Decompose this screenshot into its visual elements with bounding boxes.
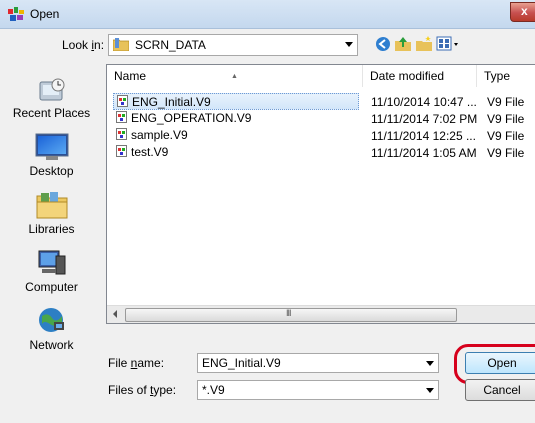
filename-input[interactable]: ENG_Initial.V9 (197, 353, 439, 373)
filetype-label: Files of type: (108, 383, 177, 397)
view-menu-icon[interactable] (436, 35, 462, 53)
place-network[interactable]: Network (1, 306, 102, 352)
file-list[interactable]: Name ▲ Date modified Type ENG_Initial.V9… (106, 64, 535, 324)
title-bar[interactable]: Open x (0, 0, 535, 29)
v9-file-icon (117, 95, 128, 107)
close-button[interactable]: x (510, 2, 535, 22)
file-date: 11/11/2014 1:05 AM (371, 146, 477, 160)
lookin-label: Look in: (62, 38, 105, 52)
lookin-value: SCRN_DATA (135, 38, 206, 52)
file-type: V9 File (487, 112, 525, 126)
new-folder-icon[interactable] (415, 35, 433, 53)
chevron-down-icon (345, 42, 353, 47)
file-date: 11/10/2014 10:47 ... (371, 95, 477, 109)
v9-file-icon (116, 111, 127, 123)
back-icon[interactable] (374, 35, 392, 53)
column-header-name[interactable]: Name ▲ (107, 65, 363, 87)
sort-up-icon: ▲ (231, 73, 238, 80)
file-row[interactable]: test.V9 11/11/2014 1:05 AM V9 File (109, 144, 535, 161)
file-type: V9 File (487, 95, 525, 109)
computer-icon (38, 250, 65, 275)
scrollbar-thumb[interactable]: III (125, 308, 457, 322)
up-folder-icon[interactable] (394, 35, 412, 53)
place-recent-places[interactable]: Recent Places (1, 76, 102, 120)
recent-places-icon (39, 78, 64, 101)
file-name: ENG_OPERATION.V9 (131, 111, 252, 125)
file-date: 11/11/2014 12:25 ... (371, 129, 476, 143)
column-header-type[interactable]: Type (477, 65, 535, 87)
lookin-dropdown[interactable]: SCRN_DATA (108, 34, 358, 56)
chevron-down-icon (426, 388, 434, 393)
file-name: test.V9 (131, 145, 169, 159)
filename-label: File name: (108, 356, 165, 370)
place-libraries[interactable]: Libraries (1, 190, 102, 236)
chevron-down-icon (426, 361, 434, 366)
v9-file-icon (116, 145, 127, 157)
filetype-value: *.V9 (202, 383, 225, 397)
filename-value: ENG_Initial.V9 (202, 356, 281, 370)
place-computer[interactable]: Computer (1, 248, 102, 294)
window-title: Open (30, 7, 60, 21)
open-button-highlight (454, 344, 535, 384)
file-row[interactable]: sample.V9 11/11/2014 12:25 ... V9 File (109, 127, 535, 144)
file-row[interactable]: ENG_Initial.V9 11/10/2014 10:47 ... V9 F… (109, 93, 535, 110)
file-type: V9 File (487, 129, 525, 143)
close-icon: x (521, 4, 528, 18)
horizontal-scrollbar[interactable]: III (107, 305, 535, 323)
place-desktop[interactable]: Desktop (1, 132, 102, 178)
desktop-icon (35, 133, 68, 160)
v9-file-icon (116, 128, 127, 140)
file-type: V9 File (487, 146, 525, 160)
file-date: 11/11/2014 7:02 PM (371, 112, 478, 126)
folder-icon (113, 38, 129, 51)
cancel-button[interactable]: Cancel (465, 379, 535, 401)
open-dialog: Open x Look in: SCRN_DATA Recent Places … (0, 0, 535, 423)
file-row[interactable]: ENG_OPERATION.V9 11/11/2014 7:02 PM V9 F… (109, 110, 535, 127)
scrollbar-grip: III (286, 308, 291, 318)
libraries-icon (36, 192, 67, 219)
scroll-left-icon[interactable] (113, 310, 117, 318)
app-icon (8, 7, 24, 21)
places-bar: Recent Places Desktop Libraries Computer… (1, 64, 102, 364)
file-name: ENG_Initial.V9 (132, 95, 211, 109)
file-name: sample.V9 (131, 128, 188, 142)
network-icon (38, 308, 64, 332)
filetype-dropdown[interactable]: *.V9 (197, 380, 439, 400)
column-header-date[interactable]: Date modified (363, 65, 477, 87)
